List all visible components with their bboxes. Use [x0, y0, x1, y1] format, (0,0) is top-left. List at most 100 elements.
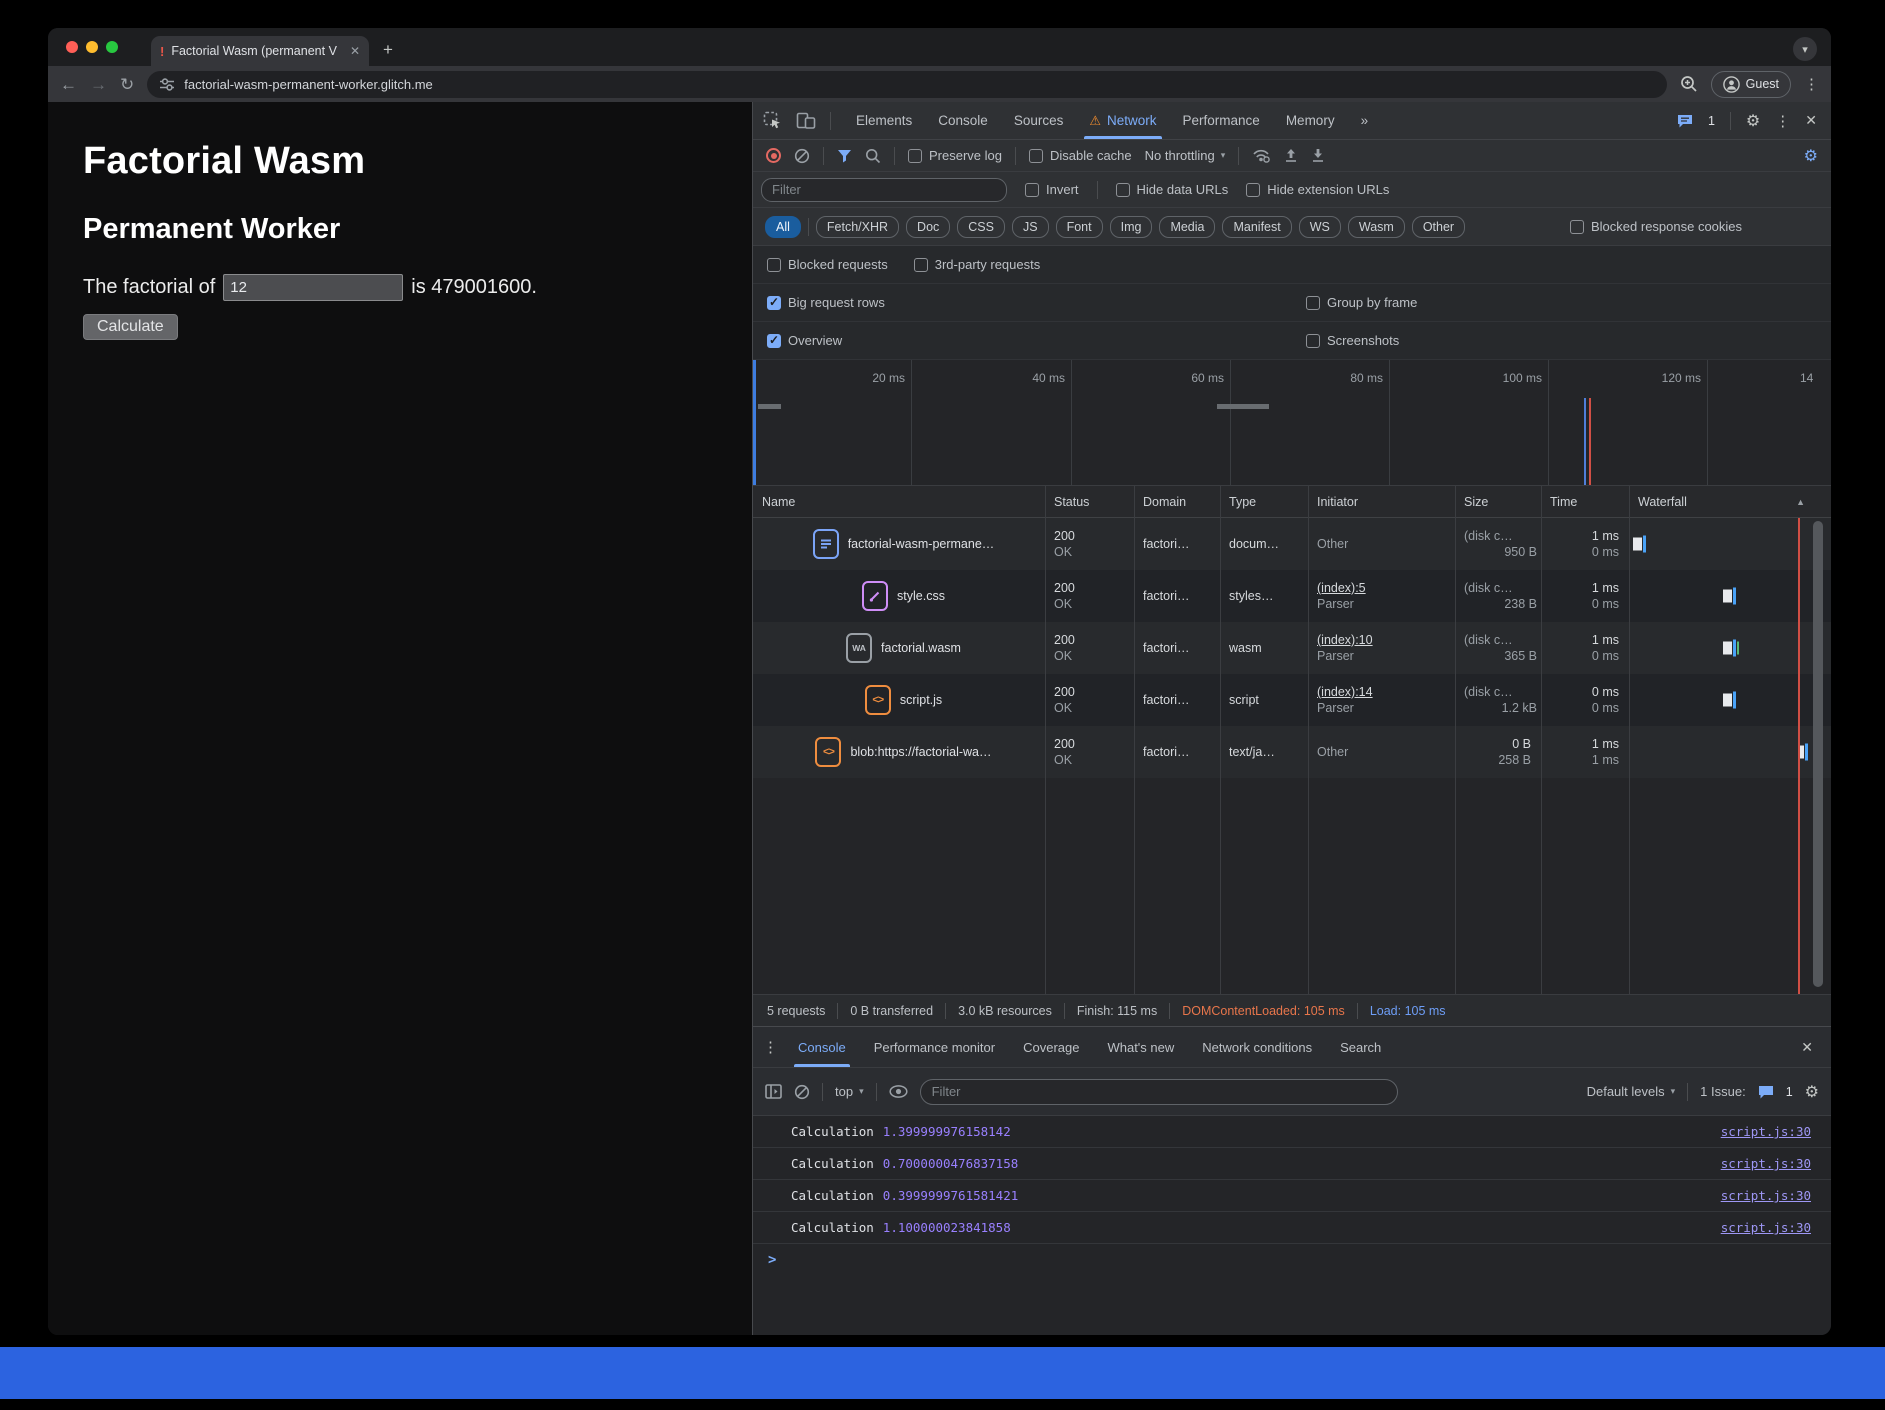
tab-sources[interactable]: Sources — [1001, 102, 1077, 139]
disable-cache-checkbox[interactable]: Disable cache — [1029, 148, 1132, 163]
calculate-button[interactable]: Calculate — [83, 314, 178, 340]
initiator-link[interactable]: (index):14 — [1317, 684, 1455, 700]
messages-icon[interactable] — [1677, 114, 1693, 128]
table-scrollbar[interactable] — [1813, 521, 1823, 987]
source-link[interactable]: script.js:30 — [1721, 1188, 1811, 1203]
header-status[interactable]: Status — [1045, 495, 1134, 509]
table-row[interactable]: <> script.js 200OK factori… script (inde… — [753, 674, 1831, 726]
initiator-link[interactable]: (index):10 — [1317, 632, 1455, 648]
screenshots-checkbox[interactable]: Screenshots — [1306, 333, 1399, 348]
browser-tab[interactable]: ! Factorial Wasm (permanent V ✕ — [151, 36, 369, 66]
devtools-settings-icon[interactable]: ⚙ — [1746, 111, 1760, 131]
network-overview-timeline[interactable]: 20 ms 40 ms 60 ms 80 ms 100 ms 120 ms 14 — [753, 360, 1831, 486]
devtools-close-icon[interactable]: ✕ — [1805, 112, 1817, 129]
tab-search-button[interactable]: ▾ — [1793, 37, 1817, 61]
overview-checkbox[interactable]: Overview — [767, 333, 842, 348]
clear-icon[interactable] — [794, 148, 810, 164]
profile-button[interactable]: Guest — [1711, 71, 1791, 98]
drawer-tab-console[interactable]: Console — [784, 1027, 860, 1067]
header-size[interactable]: Size — [1455, 495, 1541, 509]
overview-selection-handle[interactable] — [753, 360, 756, 485]
source-link[interactable]: script.js:30 — [1721, 1220, 1811, 1235]
address-bar[interactable]: factorial-wasm-permanent-worker.glitch.m… — [147, 71, 1666, 98]
chip-fetch-xhr[interactable]: Fetch/XHR — [816, 216, 899, 238]
big-request-rows-checkbox[interactable]: Big request rows — [767, 295, 885, 310]
device-toolbar-icon[interactable] — [796, 112, 816, 129]
site-info-icon[interactable] — [159, 78, 175, 91]
search-icon[interactable] — [865, 148, 881, 164]
chip-ws[interactable]: WS — [1299, 216, 1341, 238]
chip-wasm[interactable]: Wasm — [1348, 216, 1405, 238]
console-context-select[interactable]: top ▾ — [835, 1084, 864, 1099]
invert-checkbox[interactable]: Invert — [1025, 182, 1079, 197]
throttling-select[interactable]: No throttling ▾ — [1145, 148, 1226, 163]
group-by-frame-checkbox[interactable]: Group by frame — [1306, 295, 1417, 310]
source-link[interactable]: script.js:30 — [1721, 1156, 1811, 1171]
header-domain[interactable]: Domain — [1134, 495, 1220, 509]
devtools-menu-icon[interactable]: ⋮ — [1775, 112, 1790, 130]
drawer-menu-icon[interactable]: ⋮ — [763, 1038, 778, 1056]
macos-minimize-icon[interactable] — [86, 41, 98, 53]
macos-close-icon[interactable] — [66, 41, 78, 53]
blocked-requests-checkbox[interactable]: Blocked requests — [767, 257, 888, 272]
console-message[interactable]: Calculation 1.100000023841858 script.js:… — [753, 1212, 1831, 1244]
tab-console[interactable]: Console — [925, 102, 1001, 139]
table-row[interactable]: WA factorial.wasm 200OK factori… wasm (i… — [753, 622, 1831, 674]
network-filter-input[interactable] — [761, 178, 1007, 202]
network-conditions-icon[interactable] — [1252, 148, 1271, 163]
inspect-element-icon[interactable] — [763, 111, 782, 130]
chip-img[interactable]: Img — [1110, 216, 1153, 238]
drawer-tab-network-conditions[interactable]: Network conditions — [1188, 1027, 1326, 1067]
drawer-close-icon[interactable]: ✕ — [1801, 1039, 1821, 1056]
drawer-tab-coverage[interactable]: Coverage — [1009, 1027, 1093, 1067]
tab-network[interactable]: ⚠ Network — [1076, 102, 1169, 139]
drawer-tab-search[interactable]: Search — [1326, 1027, 1395, 1067]
record-icon[interactable] — [766, 148, 781, 163]
drawer-tab-performance-monitor[interactable]: Performance monitor — [860, 1027, 1009, 1067]
browser-menu-icon[interactable]: ⋮ — [1804, 75, 1819, 93]
chip-media[interactable]: Media — [1159, 216, 1215, 238]
console-clear-icon[interactable] — [794, 1084, 810, 1100]
reload-icon[interactable]: ↻ — [120, 76, 134, 93]
factorial-input[interactable] — [223, 274, 403, 301]
chip-other[interactable]: Other — [1412, 216, 1465, 238]
forward-icon[interactable]: → — [90, 76, 107, 93]
filter-funnel-icon[interactable] — [837, 149, 852, 163]
more-tabs-icon[interactable]: » — [1348, 102, 1382, 139]
table-row[interactable]: style.css 200OK factori… styles… (index)… — [753, 570, 1831, 622]
hide-data-urls-checkbox[interactable]: Hide data URLs — [1116, 182, 1229, 197]
eye-icon[interactable] — [889, 1085, 908, 1098]
initiator-link[interactable]: (index):5 — [1317, 580, 1455, 596]
header-name[interactable]: Name — [753, 495, 1045, 509]
chip-all[interactable]: All — [765, 216, 801, 238]
import-har-icon[interactable] — [1284, 148, 1298, 163]
tab-performance[interactable]: Performance — [1170, 102, 1273, 139]
hide-extension-urls-checkbox[interactable]: Hide extension URLs — [1246, 182, 1389, 197]
chip-js[interactable]: JS — [1012, 216, 1049, 238]
console-sidebar-icon[interactable] — [765, 1084, 782, 1099]
blocked-response-cookies-checkbox[interactable]: Blocked response cookies — [1570, 219, 1742, 234]
tab-close-icon[interactable]: ✕ — [350, 44, 360, 58]
macos-maximize-icon[interactable] — [106, 41, 118, 53]
chip-doc[interactable]: Doc — [906, 216, 950, 238]
console-filter-input[interactable] — [920, 1079, 1398, 1105]
header-type[interactable]: Type — [1220, 495, 1308, 509]
table-row[interactable]: factorial-wasm-permane… 200OK factori… d… — [753, 518, 1831, 570]
source-link[interactable]: script.js:30 — [1721, 1124, 1811, 1139]
chip-font[interactable]: Font — [1056, 216, 1103, 238]
header-waterfall[interactable]: Waterfall — [1629, 495, 1687, 509]
header-time[interactable]: Time — [1541, 495, 1629, 509]
tab-elements[interactable]: Elements — [843, 102, 925, 139]
export-har-icon[interactable] — [1311, 148, 1325, 163]
drawer-tab-whats-new[interactable]: What's new — [1093, 1027, 1188, 1067]
console-message[interactable]: Calculation 1.399999976158142 script.js:… — [753, 1116, 1831, 1148]
console-prompt[interactable]: > — [753, 1244, 1831, 1276]
issues-label[interactable]: 1 Issue: — [1700, 1084, 1746, 1099]
preserve-log-checkbox[interactable]: Preserve log — [908, 148, 1002, 163]
issues-icon[interactable] — [1758, 1085, 1774, 1099]
table-row[interactable]: <> blob:https://factorial-wa… 200OK fact… — [753, 726, 1831, 778]
chip-css[interactable]: CSS — [957, 216, 1005, 238]
third-party-requests-checkbox[interactable]: 3rd-party requests — [914, 257, 1041, 272]
new-tab-button[interactable]: + — [383, 40, 393, 60]
header-initiator[interactable]: Initiator — [1308, 495, 1455, 509]
